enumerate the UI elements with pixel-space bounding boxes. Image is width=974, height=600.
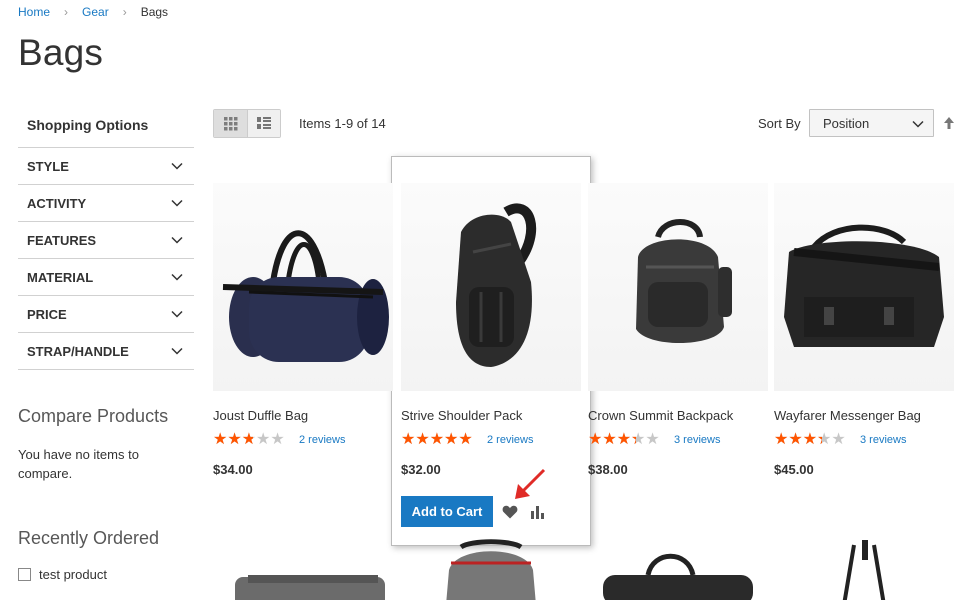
reviews-link[interactable]: 2 reviews xyxy=(487,434,533,446)
duffle-image-partial xyxy=(603,553,753,600)
chevron-down-icon xyxy=(171,273,183,281)
grid-view-button[interactable] xyxy=(214,110,247,137)
compare-products-title: Compare Products xyxy=(18,406,169,426)
recent-item-label: test product xyxy=(39,567,107,582)
reviews-link[interactable]: 3 reviews xyxy=(674,434,720,446)
compare-chart-icon[interactable] xyxy=(530,505,546,519)
breadcrumb-gear[interactable]: Gear xyxy=(82,5,109,19)
product-image[interactable] xyxy=(774,183,954,391)
product-price: $38.00 xyxy=(588,462,628,477)
product-image[interactable] xyxy=(588,183,768,391)
heart-icon[interactable] xyxy=(502,505,518,519)
sort-by-select[interactable]: Position xyxy=(809,109,934,137)
sort-direction-arrow-icon[interactable] xyxy=(942,116,956,130)
breadcrumb-home[interactable]: Home xyxy=(18,5,50,19)
chevron-down-icon xyxy=(171,310,183,318)
product-name[interactable]: Strive Shoulder Pack xyxy=(401,408,581,423)
compare-empty-message: You have no items to compare. xyxy=(18,447,139,481)
recently-ordered-block: Recently Ordered test product xyxy=(18,528,194,582)
breadcrumb-current: Bags xyxy=(140,5,169,19)
view-modes xyxy=(213,109,281,138)
filter-label: ACTIVITY xyxy=(27,195,87,211)
product-price: $32.00 xyxy=(401,462,441,477)
product-rating: ★★★★★★★★★★ 2 reviews xyxy=(401,432,581,448)
tote-image-partial xyxy=(842,540,886,600)
grid-icon xyxy=(223,116,237,130)
list-icon xyxy=(257,117,271,129)
sort-by-label: Sort By xyxy=(758,116,801,131)
breadcrumb-separator-icon: › xyxy=(64,5,69,19)
recently-ordered-title: Recently Ordered xyxy=(18,528,160,548)
product-item: Wayfarer Messenger Bag ★★★★★★★★★★ 3 revi… xyxy=(774,183,954,477)
chevron-down-icon xyxy=(912,120,924,128)
rating-stars: ★★★★★★★★★★ xyxy=(401,431,473,448)
chevron-down-icon xyxy=(171,347,183,355)
product-image-partial[interactable] xyxy=(401,535,581,600)
rating-stars: ★★★★★★★★★★ xyxy=(774,431,846,448)
filter-strap-handle[interactable]: STRAP/HANDLE xyxy=(18,333,194,370)
chevron-down-icon xyxy=(171,199,183,207)
page-title: Bags xyxy=(18,32,104,73)
recent-item: test product xyxy=(18,567,194,582)
product-name[interactable]: Wayfarer Messenger Bag xyxy=(774,408,954,423)
product-item: Strive Shoulder Pack ★★★★★ ★★★★★ 2 review… xyxy=(401,183,581,477)
shopping-options: Shopping Options STYLE ACTIVITY FEATURES… xyxy=(18,106,194,370)
product-price: $34.00 xyxy=(213,462,253,477)
bag-image-partial xyxy=(235,575,385,600)
filter-activity[interactable]: ACTIVITY xyxy=(18,185,194,222)
rating-stars: ★★★★★★★★★★ xyxy=(213,431,285,448)
filter-label: PRICE xyxy=(27,306,67,322)
product-image[interactable] xyxy=(213,183,393,391)
breadcrumb-separator-icon: › xyxy=(122,5,127,19)
backpack-image-partial xyxy=(446,539,536,600)
product-price: $45.00 xyxy=(774,462,814,477)
product-image-partial[interactable] xyxy=(774,535,954,600)
product-image[interactable] xyxy=(401,183,581,391)
chevron-down-icon xyxy=(171,162,183,170)
reviews-link[interactable]: 2 reviews xyxy=(299,434,345,446)
chevron-down-icon xyxy=(171,236,183,244)
backpack-image xyxy=(636,219,732,344)
toolbar: Items 1-9 of 14 Sort By Position xyxy=(213,109,958,138)
product-item: Crown Summit Backpack ★★★★★★★★★★ 3 revie… xyxy=(588,183,768,477)
product-image-partial[interactable] xyxy=(213,535,393,600)
add-to-cart-button[interactable]: Add to Cart xyxy=(401,496,493,527)
sort-by-value: Position xyxy=(823,116,870,131)
filter-label: STYLE xyxy=(27,158,69,174)
toolbar-amount: Items 1-9 of 14 xyxy=(299,116,386,131)
filter-label: STRAP/HANDLE xyxy=(27,343,129,359)
product-name[interactable]: Crown Summit Backpack xyxy=(588,408,768,423)
product-name[interactable]: Joust Duffle Bag xyxy=(213,408,393,423)
shoulder-pack-image xyxy=(456,203,537,367)
filter-label: FEATURES xyxy=(27,232,97,248)
product-rating: ★★★★★★★★★★ 2 reviews xyxy=(213,432,393,448)
product-rating: ★★★★★★★★★★ 3 reviews xyxy=(774,432,954,448)
compare-products-block: Compare Products You have no items to co… xyxy=(18,406,194,483)
product-item: Joust Duffle Bag ★★★★★★★★★★ 2 reviews $3… xyxy=(213,183,393,477)
rating-stars: ★★★★★★★★★★ xyxy=(588,431,660,448)
annotation-arrow-icon xyxy=(515,468,546,499)
shopping-options-title: Shopping Options xyxy=(18,106,194,148)
product-rating: ★★★★★★★★★★ 3 reviews xyxy=(588,432,768,448)
filter-features[interactable]: FEATURES xyxy=(18,222,194,259)
duffle-bag-image xyxy=(222,230,389,362)
messenger-bag-image xyxy=(784,224,944,347)
reviews-link[interactable]: 3 reviews xyxy=(860,434,906,446)
filter-label: MATERIAL xyxy=(27,269,94,285)
breadcrumb: Home › Gear › Bags xyxy=(18,5,168,19)
list-view-button[interactable] xyxy=(247,110,280,137)
filter-style[interactable]: STYLE xyxy=(18,148,194,185)
product-image-partial[interactable] xyxy=(588,535,768,600)
filter-material[interactable]: MATERIAL xyxy=(18,259,194,296)
recent-item-checkbox[interactable] xyxy=(18,568,31,581)
filter-price[interactable]: PRICE xyxy=(18,296,194,333)
